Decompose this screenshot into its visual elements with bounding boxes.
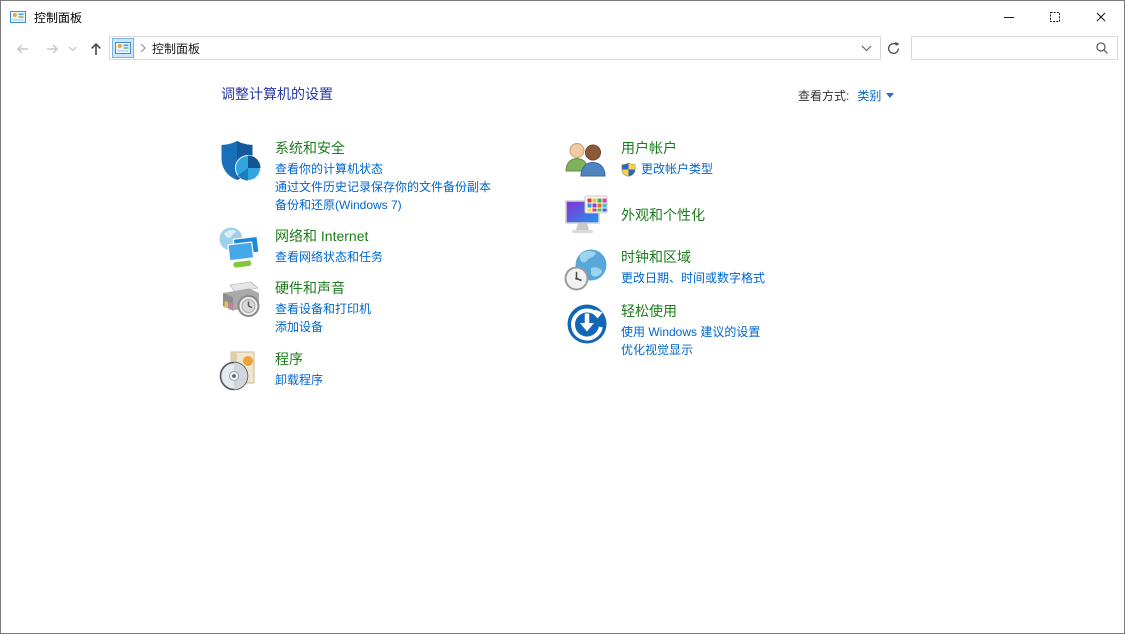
close-button[interactable] [1078,1,1124,33]
maximize-button[interactable] [1032,1,1078,33]
forward-arrow-icon [46,44,58,54]
category-ease-of-access: 轻松使用 使用 Windows 建议的设置 优化视觉显示 [564,301,760,359]
up-arrow-icon [91,42,101,55]
clock-region-icon[interactable] [564,247,610,293]
up-button[interactable] [87,40,105,58]
control-panel-window: 控制面板 控制面板 调整计算机的设置 查看方式: 类别 系统和安全 查看你的计算… [0,0,1125,634]
dropdown-arrow-icon [886,93,895,98]
link-view-network-status[interactable]: 查看网络状态和任务 [275,248,383,266]
category-system-security: 系统和安全 查看你的计算机状态 通过文件历史记录保存你的文件备份副本 备份和还原… [218,138,491,214]
link-add-device[interactable]: 添加设备 [275,318,371,336]
search-icon[interactable] [1095,41,1109,55]
link-windows-suggested-settings[interactable]: 使用 Windows 建议的设置 [621,323,760,341]
close-icon [1096,12,1106,22]
back-button[interactable] [13,40,31,58]
view-by-dropdown[interactable]: 类别 [857,87,895,104]
link-file-history-backup[interactable]: 通过文件历史记录保存你的文件备份副本 [275,178,491,196]
address-location-icon-box[interactable] [112,38,134,58]
network-internet-icon[interactable] [218,226,264,272]
category-clock-region: 时钟和区域 更改日期、时间或数字格式 [564,247,765,293]
uac-shield-icon [621,162,636,177]
category-title-ease-of-access[interactable]: 轻松使用 [621,302,760,321]
refresh-button[interactable] [885,40,902,57]
category-hardware-sound: 硬件和声音 查看设备和打印机 添加设备 [218,278,371,336]
control-panel-icon [115,42,131,54]
breadcrumb[interactable]: 控制面板 [152,40,200,57]
category-title-appearance-personalization[interactable]: 外观和个性化 [621,206,705,225]
title-bar: 控制面板 [1,1,1124,33]
appearance-personalization-icon[interactable] [564,193,610,239]
view-by-label: 查看方式: [798,89,850,103]
view-by-value: 类别 [857,89,882,103]
category-user-accounts: 用户帐户 更改帐户类型 [564,138,713,184]
programs-icon[interactable] [218,349,264,395]
category-title-hardware-sound[interactable]: 硬件和声音 [275,279,371,298]
ease-of-access-icon[interactable] [564,301,610,347]
user-accounts-icon[interactable] [564,138,610,184]
maximize-icon [1050,12,1060,22]
search-input[interactable] [912,41,1095,55]
system-security-icon[interactable] [218,138,264,184]
minimize-button[interactable] [986,1,1032,33]
refresh-icon [888,41,900,55]
chevron-down-icon [68,46,76,52]
category-title-system-security[interactable]: 系统和安全 [275,139,491,158]
category-title-user-accounts[interactable]: 用户帐户 [621,139,713,158]
back-arrow-icon [16,44,28,54]
content-area: 调整计算机的设置 查看方式: 类别 系统和安全 查看你的计算机状态 通过文件历史… [1,64,1124,633]
category-programs: 程序 卸载程序 [218,349,323,395]
forward-button[interactable] [43,40,61,58]
category-title-network-internet[interactable]: 网络和 Internet [275,227,383,246]
link-uninstall-program[interactable]: 卸载程序 [275,371,323,389]
window-controls [986,1,1124,33]
navigation-bar: 控制面板 [1,33,1124,65]
recent-pages-button[interactable] [67,45,77,53]
window-title: 控制面板 [34,10,83,25]
category-title-programs[interactable]: 程序 [275,350,323,369]
category-appearance-personalization: 外观和个性化 [564,193,705,239]
chevron-down-icon [861,45,872,51]
category-title-clock-region[interactable]: 时钟和区域 [621,248,765,267]
category-network-internet: 网络和 Internet 查看网络状态和任务 [218,226,383,272]
link-change-account-type[interactable]: 更改帐户类型 [641,160,713,178]
search-box [911,36,1118,60]
link-backup-restore-win7[interactable]: 备份和还原(Windows 7) [275,196,491,214]
address-dropdown-button[interactable] [861,45,872,52]
view-by-control: 查看方式: 类别 [798,87,895,104]
control-panel-icon [10,9,26,25]
link-view-devices-printers[interactable]: 查看设备和打印机 [275,300,371,318]
address-bar[interactable]: 控制面板 [109,36,881,60]
link-view-computer-status[interactable]: 查看你的计算机状态 [275,160,491,178]
link-change-date-time-number-formats[interactable]: 更改日期、时间或数字格式 [621,269,765,287]
link-optimize-visual-display[interactable]: 优化视觉显示 [621,341,760,359]
hardware-sound-icon[interactable] [218,278,264,324]
page-title: 调整计算机的设置 [221,86,333,102]
breadcrumb-chevron-icon[interactable] [140,43,146,53]
minimize-icon [1004,17,1014,18]
